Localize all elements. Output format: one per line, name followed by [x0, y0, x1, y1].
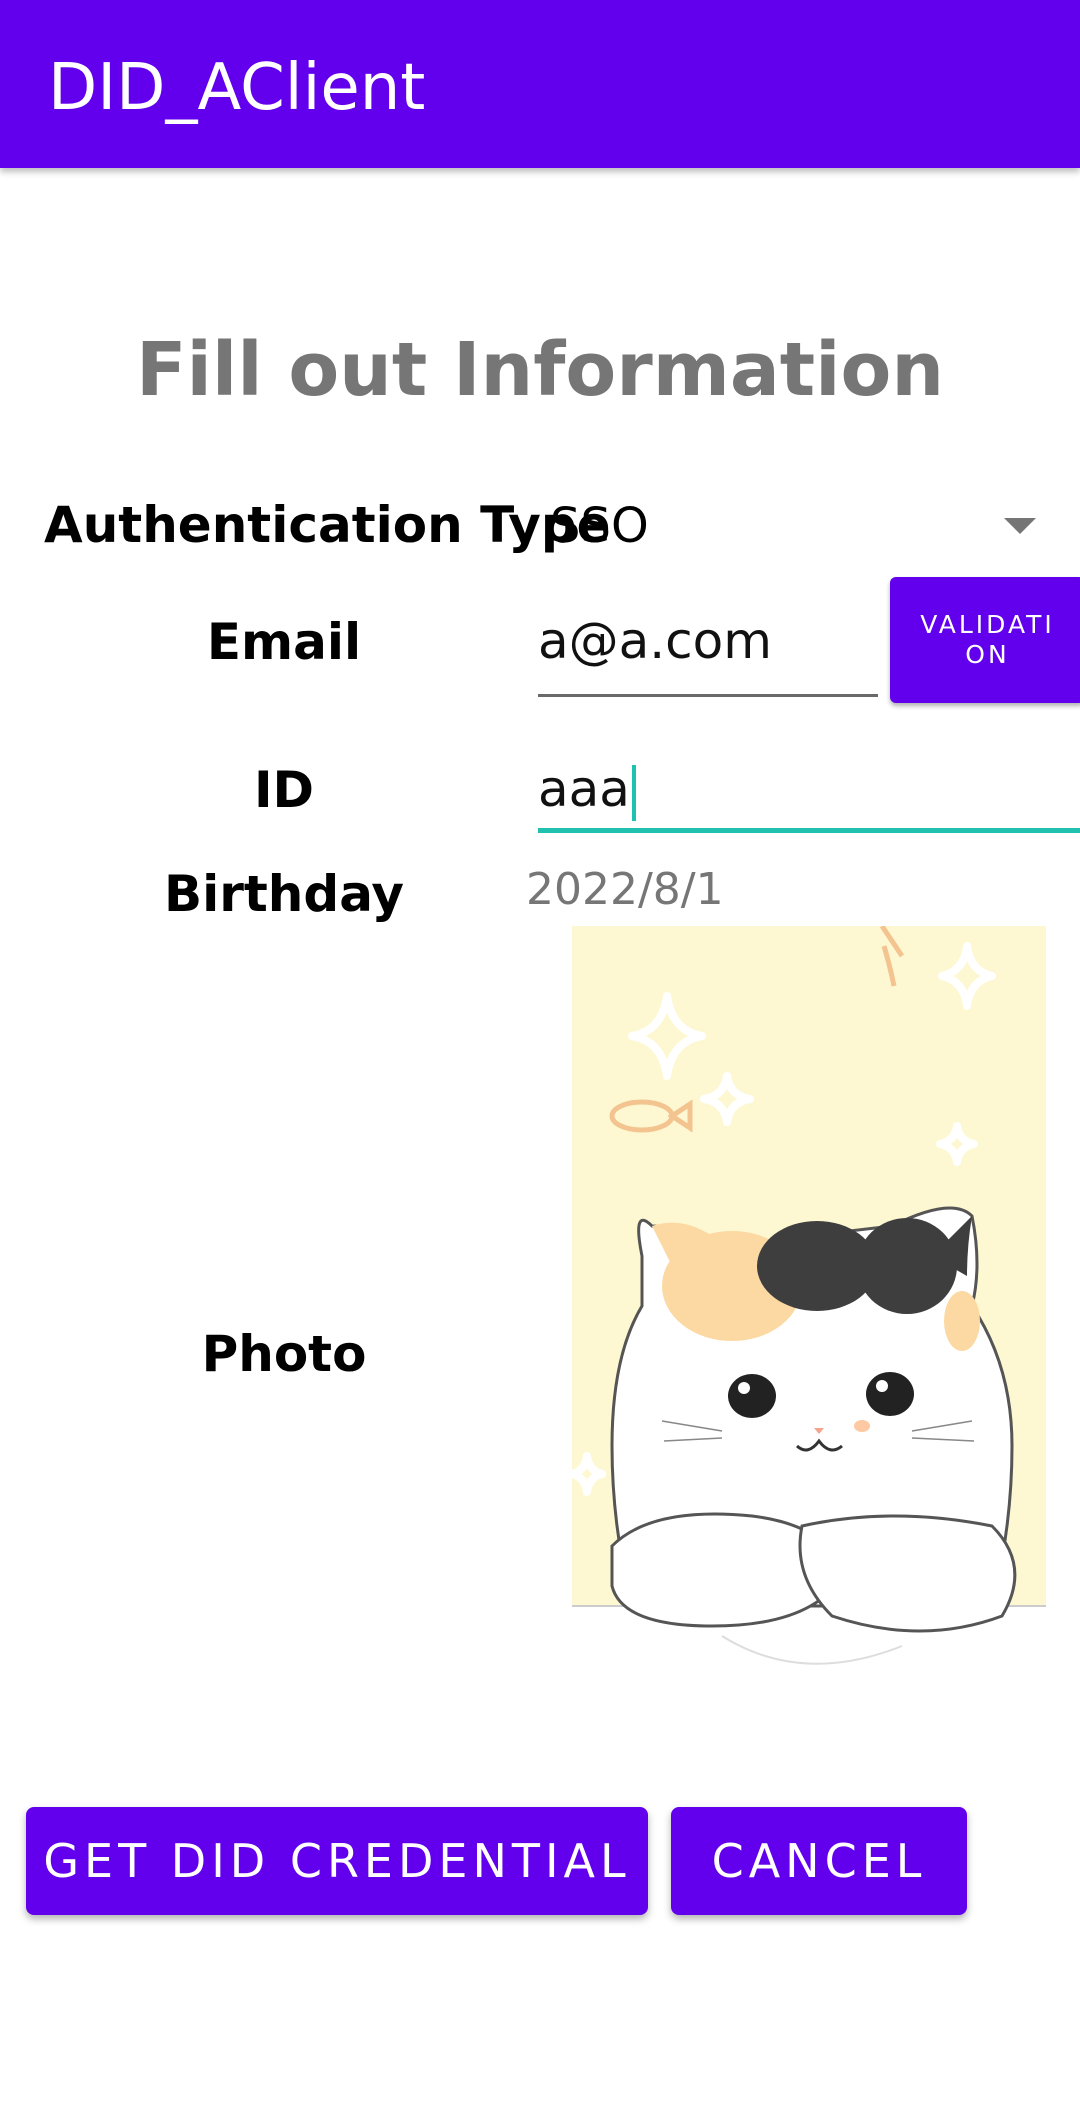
id-text: aaa [538, 754, 636, 824]
auth-type-spinner[interactable]: SSO [540, 490, 1050, 562]
email-label: Email [206, 613, 362, 671]
auth-type-label: Authentication Type [44, 496, 611, 554]
id-underline [538, 828, 1080, 833]
text-cursor [631, 764, 636, 821]
validation-button[interactable]: VALIDATION [890, 577, 1080, 703]
id-value: aaa [538, 760, 630, 818]
id-field[interactable]: aaa [538, 748, 1080, 838]
get-did-credential-button[interactable]: GET DID CREDENTIAL [26, 1807, 648, 1915]
photo-label: Photo [201, 1325, 367, 1383]
email-underline [538, 694, 878, 697]
birthday-value[interactable]: 2022/8/1 [526, 858, 724, 922]
app-bar: DID_AClient [0, 0, 1080, 168]
photo-image[interactable] [568, 924, 1046, 1776]
id-label: ID [253, 761, 315, 819]
birthday-label: Birthday [164, 865, 404, 923]
auth-type-value: SSO [550, 498, 649, 554]
page-title: Fill out Information [135, 327, 945, 413]
email-field[interactable]: a@a.com [538, 600, 878, 700]
dropdown-arrow-icon [1004, 518, 1036, 534]
app-title: DID_AClient [48, 51, 426, 125]
cancel-button[interactable]: CANCEL [671, 1807, 967, 1915]
email-value: a@a.com [538, 612, 772, 670]
cat-illustration [568, 924, 1046, 1665]
